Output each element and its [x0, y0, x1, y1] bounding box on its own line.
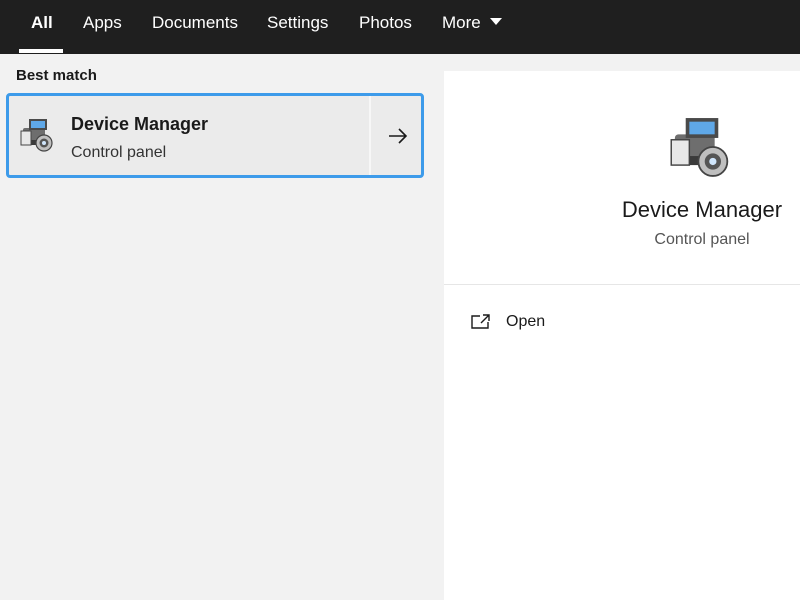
open-icon: [471, 314, 490, 329]
tab-apps[interactable]: Apps: [83, 0, 122, 54]
device-manager-icon: [17, 114, 59, 156]
tab-documents[interactable]: Documents: [152, 0, 238, 54]
result-title: Device Manager: [71, 114, 209, 134]
tab-settings-label: Settings: [267, 13, 329, 32]
chevron-down-icon: [489, 18, 502, 26]
arrow-right-icon: [388, 127, 407, 144]
tab-all[interactable]: All: [31, 0, 53, 54]
details-title: Device Manager: [621, 197, 783, 222]
open-label: Open: [506, 313, 546, 330]
expand-details-button[interactable]: [371, 96, 424, 175]
device-manager-large-icon: [664, 109, 740, 185]
tab-documents-label: Documents: [152, 13, 238, 32]
result-subtitle: Control panel: [71, 144, 167, 161]
active-tab-indicator: [19, 49, 63, 53]
details-actions: Open: [444, 285, 800, 600]
best-match-result[interactable]: Device Manager Control panel: [6, 93, 424, 178]
details-subtitle: Control panel: [654, 231, 750, 248]
best-match-heading: Best match: [16, 67, 97, 84]
tab-settings[interactable]: Settings: [267, 0, 328, 54]
tab-more[interactable]: More: [442, 0, 502, 54]
tab-more-label: More: [442, 13, 481, 32]
tab-apps-label: Apps: [83, 13, 122, 32]
tab-photos[interactable]: Photos: [359, 0, 412, 54]
tab-photos-label: Photos: [359, 13, 412, 32]
details-header: Device Manager Control panel: [444, 71, 800, 284]
results-pane: Best match Device Manager Control panel: [0, 54, 428, 600]
tab-all-label: All: [31, 13, 53, 32]
search-filter-tabs: All Apps Documents Settings Photos More: [0, 0, 800, 54]
open-action[interactable]: Open: [470, 309, 545, 335]
